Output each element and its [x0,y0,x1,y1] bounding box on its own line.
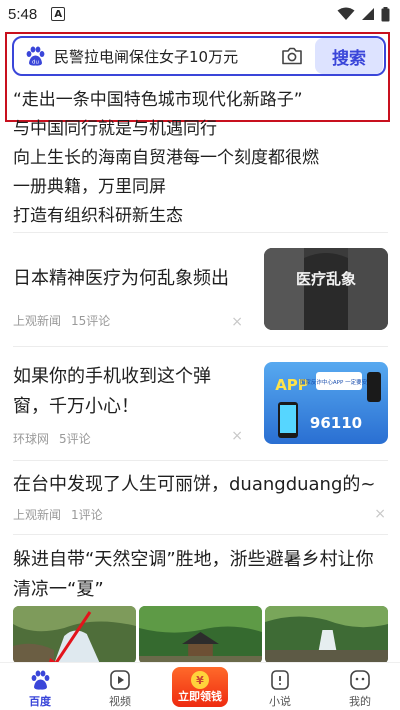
nav-label: 小说 [269,695,291,708]
news-source: 环球网 [13,432,50,446]
nav-novel[interactable]: 小说 [240,663,320,710]
divider [13,534,388,535]
nav-label: 百度 [29,695,51,708]
search-button[interactable]: 搜索 [315,38,383,74]
search-bar[interactable]: du 民警拉电闸保住女子10万元 搜索 [12,36,386,76]
news-title[interactable]: 躲进自带“天然空调”胜地，浙些避暑乡村让你清凉一“夏” [13,545,388,605]
signal-icon [362,8,374,20]
news-title[interactable]: 日本精神医疗为何乱象频出 [13,264,243,294]
battery-icon [381,6,390,21]
divider [13,346,388,347]
news-meta: 上观新闻 1评论 [13,506,388,523]
play-icon [110,670,130,690]
nav-profile[interactable]: 我的 [320,663,400,710]
nav-home[interactable]: 百度 [0,663,80,710]
news-comments: 15评论 [71,314,111,328]
thumb-number: 96110 [310,414,362,432]
news-item[interactable]: 躲进自带“天然空调”胜地，浙些避暑乡村让你清凉一“夏” [13,545,388,605]
nav-label: 视频 [109,695,131,708]
thumb-caption: 国家反诈中心APP 一定要安装！ [300,378,378,386]
news-source: 上观新闻 [13,314,62,328]
news-comments: 1评论 [71,508,103,522]
news-item[interactable]: 如果你的手机收到这个弹窗，千万小心！ 环球网 5评论 × APP 国家反诈中心A… [13,362,388,452]
camera-icon[interactable] [279,43,305,69]
status-bar: 5:48 A [0,0,400,28]
hot-item[interactable]: 打造有组织科研新生态 [13,202,393,231]
hot-item[interactable]: 一册典籍，万里同屏 [13,173,393,202]
bottom-nav: 百度 视频 ¥ 立即领钱 小说 我的 [0,662,400,710]
notification-icon: A [51,7,66,21]
coin-icon: ¥ [191,671,209,689]
nav-label: 我的 [349,695,371,708]
nav-label: 立即领钱 [178,690,222,703]
news-image [13,606,136,664]
search-input[interactable]: 民警拉电闸保住女子10万元 [54,46,279,67]
close-icon[interactable]: × [231,314,243,330]
nav-video[interactable]: 视频 [80,663,160,710]
news-image [139,606,262,664]
news-item[interactable]: 在台中发现了人生可丽饼，duangduang的~ 上观新闻 1评论 × [13,470,388,530]
news-thumbnail: APP 国家反诈中心APP 一定要安装！ 96110 [264,362,388,444]
svg-text:du: du [32,60,39,66]
divider [13,232,388,233]
book-icon [271,670,289,690]
news-title[interactable]: 如果你的手机收到这个弹窗，千万小心！ [13,362,243,422]
divider [13,460,388,461]
face-icon [350,670,370,690]
close-icon[interactable]: × [374,506,386,522]
status-time: 5:48 [8,5,38,23]
news-title[interactable]: 在台中发现了人生可丽饼，duangduang的~ [13,470,388,500]
status-icons [337,6,390,22]
baidu-paw-icon: du [26,46,45,66]
news-image-row [13,606,388,664]
nav-rewards[interactable]: ¥ 立即领钱 [160,663,240,710]
news-image [265,606,388,664]
hot-item[interactable]: “走出一条中国特色城市现代化新路子” [13,86,393,115]
hot-item[interactable]: 与中国同行就是与机遇同行 [13,115,393,144]
get-money-button[interactable]: ¥ 立即领钱 [172,667,228,707]
thumb-text: 医疗乱象 [296,270,356,288]
news-source: 上观新闻 [13,508,62,522]
news-item[interactable]: 日本精神医疗为何乱象频出 上观新闻 15评论 × 医疗乱象 [13,248,388,338]
news-thumbnail: 医疗乱象 [264,248,388,330]
news-comments: 5评论 [59,432,91,446]
wifi-icon [337,7,355,20]
hot-search-list: “走出一条中国特色城市现代化新路子” 与中国同行就是与机遇同行 向上生长的海南自… [13,86,393,231]
close-icon[interactable]: × [231,428,243,444]
hot-item[interactable]: 向上生长的海南自贸港每一个刻度都很燃 [13,144,393,173]
baidu-paw-icon [31,670,50,690]
